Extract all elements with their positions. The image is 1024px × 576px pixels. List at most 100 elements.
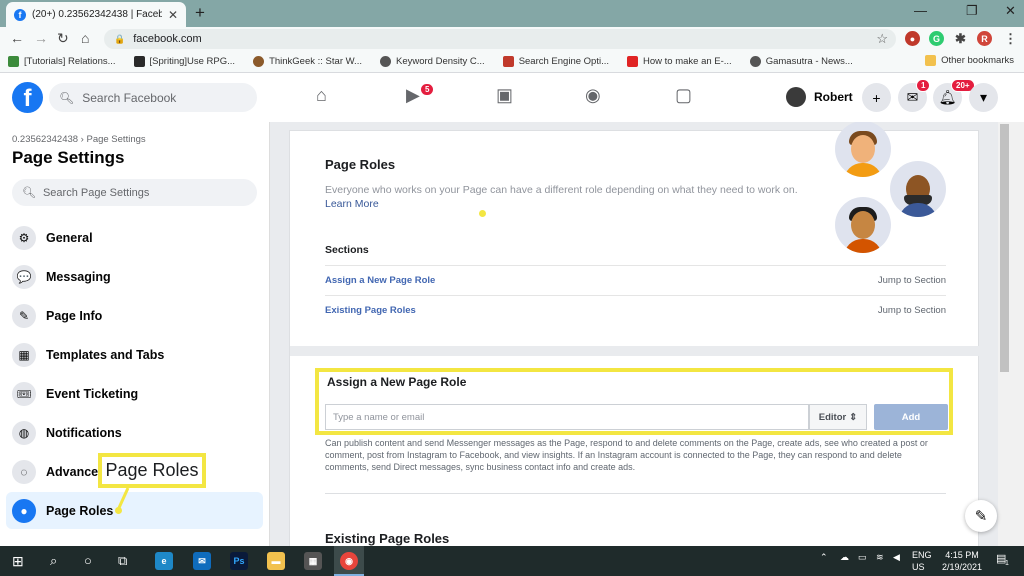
cloud-icon[interactable]: ☁: [840, 552, 849, 563]
jump-to-section-link[interactable]: Jump to Section: [878, 275, 946, 286]
volume-icon[interactable]: ◀: [893, 552, 900, 563]
menu-icon[interactable]: ⋮: [1003, 31, 1018, 46]
bookmark-item[interactable]: How to make an E-...: [627, 56, 732, 67]
system-clock[interactable]: 4:15 PM 2/19/2021: [942, 549, 982, 573]
bookmark-item[interactable]: Search Engine Opti...: [502, 56, 609, 67]
chat-icon: 💬: [12, 264, 36, 289]
forward-icon[interactable]: →: [34, 30, 48, 46]
sidebar-item-event-ticketing[interactable]: 🎟 Event Ticketing: [6, 375, 263, 412]
sidebar-item-notifications[interactable]: ◍ Notifications: [6, 414, 263, 451]
role-select[interactable]: Editor ⇕: [809, 404, 867, 430]
learn-more-link[interactable]: Learn More: [325, 198, 379, 210]
messenger-icon: ◌: [12, 459, 36, 484]
bookmark-star-icon[interactable]: ☆: [876, 31, 888, 47]
minimize-icon[interactable]: —: [914, 3, 927, 18]
sidebar-item-templates[interactable]: ▦ Templates and Tabs: [6, 336, 263, 373]
avatar-illustration: [835, 197, 891, 253]
account-menu-icon[interactable]: ▾: [969, 83, 998, 112]
bookmark-item[interactable]: [Spriting]Use RPG...: [133, 56, 235, 67]
back-icon[interactable]: ←: [10, 30, 24, 46]
close-window-icon[interactable]: ✕: [1005, 3, 1016, 19]
edge-icon[interactable]: e: [155, 552, 173, 570]
store-icon[interactable]: ▦: [304, 552, 322, 570]
wifi-icon[interactable]: ≋: [876, 552, 884, 563]
cortana-icon[interactable]: ○: [84, 553, 92, 568]
gaming-nav-icon[interactable]: ▢: [675, 85, 692, 106]
grammarly-icon[interactable]: G: [929, 31, 944, 46]
sidebar-item-general[interactable]: ⚙ General: [6, 219, 263, 256]
scrollbar[interactable]: [998, 122, 1024, 546]
browser-toolbar: ← → ↻ ⌂ 🔒 facebook.com ☆ ● G ✱ R ⋮: [0, 27, 1024, 51]
bookmark-label: Search Engine Opti...: [518, 56, 609, 67]
gear-icon: ⚙: [12, 225, 36, 250]
watch-nav-icon[interactable]: ▶: [406, 85, 420, 106]
home-nav-icon[interactable]: ⌂: [316, 85, 327, 106]
restore-icon[interactable]: ❐: [966, 3, 978, 19]
facebook-search-input[interactable]: 🔍︎ Search Facebook: [49, 83, 257, 112]
create-icon[interactable]: +: [862, 83, 891, 112]
windows-taskbar: ⊞ ⌕ ○ ⧉ e ✉ Ps ▬ ▦ ◉ ⌃ ☁ ▭ ≋ ◀ ENG US 4:…: [0, 546, 1024, 576]
bookmark-item[interactable]: [Tutorials] Relations...: [8, 56, 116, 67]
file-explorer-icon[interactable]: ▬: [267, 552, 285, 570]
mail-icon[interactable]: ✉: [193, 552, 211, 570]
chrome-icon[interactable]: ◉: [340, 552, 358, 570]
task-view-icon[interactable]: ⧉: [118, 553, 127, 569]
page-roles-card: Page Roles Everyone who works on your Pa…: [289, 122, 980, 546]
language-indicator[interactable]: ENG US: [912, 549, 932, 573]
youtube-icon: [627, 56, 638, 67]
new-tab-icon[interactable]: +: [195, 3, 205, 23]
windows-start-icon[interactable]: ⊞: [12, 553, 24, 570]
sidebar-item-messaging[interactable]: 💬 Messaging: [6, 258, 263, 295]
watch-badge: 5: [420, 83, 435, 96]
photoshop-icon[interactable]: Ps: [230, 552, 248, 570]
facebook-logo-icon[interactable]: f: [12, 82, 43, 113]
body-shape: [899, 203, 937, 217]
bookmark-favicon-icon: [133, 56, 145, 67]
compose-edit-icon[interactable]: ✎: [965, 500, 997, 532]
facebook-top-nav: f 🔍︎ Search Facebook ⌂ ▶ 5 ▣ ◉ ▢ Robert …: [0, 73, 1024, 122]
sidebar-item-label: Page Info: [46, 308, 103, 323]
bookmark-label: ThinkGeek :: Star W...: [269, 56, 362, 67]
profile-link[interactable]: Robert: [786, 87, 853, 107]
puzzle-icon[interactable]: ✱: [953, 31, 968, 46]
bookmark-item[interactable]: ThinkGeek :: Star W...: [253, 56, 362, 67]
main-content: Page Roles Everyone who works on your Pa…: [270, 122, 998, 546]
bookmark-favicon-icon: [379, 56, 391, 67]
jump-to-section-link[interactable]: Jump to Section: [878, 305, 946, 316]
home-icon[interactable]: ⌂: [81, 30, 89, 46]
groups-nav-icon[interactable]: ◉: [585, 85, 601, 106]
section-link-existing[interactable]: Existing Page Roles: [325, 305, 416, 316]
head-shape: [851, 211, 875, 239]
search-icon[interactable]: ⌕: [50, 553, 57, 569]
add-button[interactable]: Add: [874, 404, 948, 430]
language-code: ENG: [912, 550, 932, 560]
sections-heading: Sections: [325, 244, 369, 256]
bookmark-favicon-icon: [8, 56, 19, 67]
sidebar-item-label: Page Roles: [46, 503, 114, 518]
clock-date: 2/19/2021: [942, 562, 983, 572]
chevron-up-icon[interactable]: ⌃: [820, 552, 828, 563]
marketplace-nav-icon[interactable]: ▣: [496, 85, 513, 106]
address-bar[interactable]: 🔒 facebook.com ☆: [104, 29, 896, 49]
reload-icon[interactable]: ↻: [57, 30, 69, 47]
section-link-assign[interactable]: Assign a New Page Role: [325, 275, 435, 286]
browser-tab[interactable]: f (20+) 0.23562342438 | Facebook ✕: [6, 2, 186, 27]
profile-icon[interactable]: R: [977, 31, 992, 46]
battery-icon[interactable]: ▭: [858, 552, 867, 563]
bookmark-favicon-icon: [749, 56, 761, 67]
person-icon: ●: [12, 498, 36, 523]
other-bookmarks[interactable]: Other bookmarks: [925, 55, 1014, 66]
name-or-email-input[interactable]: [325, 404, 809, 430]
facebook-favicon-icon: f: [14, 8, 26, 21]
bookmark-item[interactable]: Gamasutra - News...: [749, 56, 853, 67]
body-shape: [844, 239, 882, 253]
close-tab-icon[interactable]: ✕: [168, 8, 178, 22]
extension-icon[interactable]: ●: [905, 31, 920, 46]
bookmark-label: How to make an E-...: [643, 56, 732, 67]
sidebar-item-page-info[interactable]: ✎ Page Info: [6, 297, 263, 334]
avatar: [786, 87, 806, 107]
action-center-count: 1: [1005, 560, 1009, 567]
settings-search-input[interactable]: 🔍︎ Search Page Settings: [12, 179, 257, 206]
scrollbar-thumb[interactable]: [1000, 124, 1009, 372]
bookmark-item[interactable]: Keyword Density C...: [379, 56, 485, 67]
